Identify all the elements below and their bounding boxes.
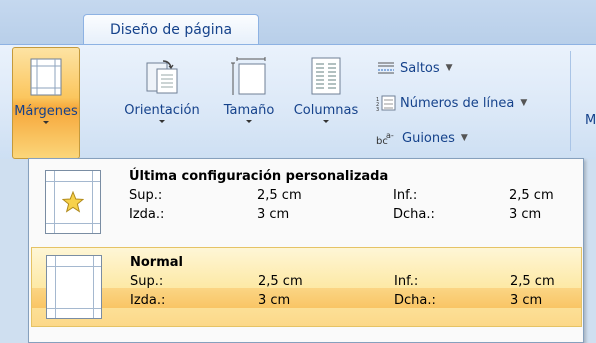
page-size-icon [231, 57, 266, 95]
margins-option-normal[interactable]: Normal Sup.: 2,5 cm Inf.: 2,5 cm Izda.: … [31, 247, 582, 327]
right-margin-value: 3 cm [510, 293, 543, 308]
margins-option-last-custom[interactable]: Última configuración personalizada Sup.:… [29, 162, 583, 242]
svg-text:3: 3 [376, 107, 379, 111]
left-margin-label: Izda.: [130, 293, 166, 308]
chevron-down-icon: ▼ [445, 63, 453, 73]
left-margin-label: Izda.: [129, 207, 165, 222]
orientation-label: Orientación [124, 103, 200, 118]
hyphenation-icon: bc a- [376, 131, 394, 146]
top-margin-value: 2,5 cm [258, 274, 303, 289]
row-highlight [32, 288, 581, 308]
bottom-margin-label: Inf.: [393, 188, 418, 203]
bottom-margin-value: 2,5 cm [510, 274, 555, 289]
size-button[interactable]: Tamaño [214, 47, 284, 159]
columns-button[interactable]: Columnas [288, 47, 364, 159]
right-margin-label: Dcha.: [393, 207, 435, 222]
columns-label: Columnas [293, 103, 359, 118]
margins-button[interactable]: Márgenes [12, 47, 80, 159]
right-margin-label: Dcha.: [394, 293, 436, 308]
truncated-ribbon-label: M [585, 113, 596, 128]
star-page-icon [45, 170, 101, 234]
margins-icon [30, 58, 62, 96]
left-margin-value: 3 cm [258, 293, 291, 308]
margins-option-title: Última configuración personalizada [129, 169, 389, 184]
top-margin-label: Sup.: [130, 274, 164, 289]
hyphenation-label: Guiones [402, 130, 455, 146]
line-numbers-icon: 1 2 3 [376, 95, 396, 111]
chevron-down-icon [159, 120, 165, 123]
ribbon-separator [570, 51, 571, 151]
breaks-label: Saltos [400, 60, 440, 76]
line-numbers-button[interactable]: 1 2 3 Números de línea ▼ [376, 92, 527, 114]
orientation-button[interactable]: Orientación [116, 47, 208, 159]
normal-page-icon [46, 255, 102, 319]
breaks-button[interactable]: Saltos ▼ [376, 57, 453, 79]
bottom-margin-value: 2,5 cm [509, 188, 554, 203]
tab-diseno-de-pagina[interactable]: Diseño de página [83, 14, 259, 45]
right-margin-value: 3 cm [509, 207, 542, 222]
columns-icon [311, 57, 341, 95]
breaks-icon [378, 62, 394, 74]
margins-option-title: Normal [130, 255, 183, 270]
size-label: Tamaño [223, 103, 275, 118]
chevron-down-icon: ▼ [460, 133, 468, 143]
left-margin-value: 3 cm [257, 207, 290, 222]
margins-label: Márgenes [14, 104, 78, 119]
chevron-down-icon: ▼ [520, 98, 528, 108]
svg-text:a-: a- [386, 131, 394, 140]
chevron-down-icon [43, 121, 49, 124]
chevron-down-icon [323, 120, 329, 123]
top-margin-label: Sup.: [129, 188, 163, 203]
top-margin-value: 2,5 cm [257, 188, 302, 203]
margins-gallery: Última configuración personalizada Sup.:… [28, 158, 584, 343]
ribbon-tab-strip: Diseño de página [0, 0, 596, 45]
line-numbers-label: Números de línea [400, 95, 515, 111]
chevron-down-icon [246, 120, 252, 123]
hyphenation-button[interactable]: bc a- Guiones ▼ [376, 127, 468, 149]
orientation-icon [146, 60, 178, 94]
bottom-margin-label: Inf.: [394, 274, 419, 289]
ribbon-page-setup-group: Márgenes Orientación Tamaño Columnas Sal… [0, 44, 596, 159]
